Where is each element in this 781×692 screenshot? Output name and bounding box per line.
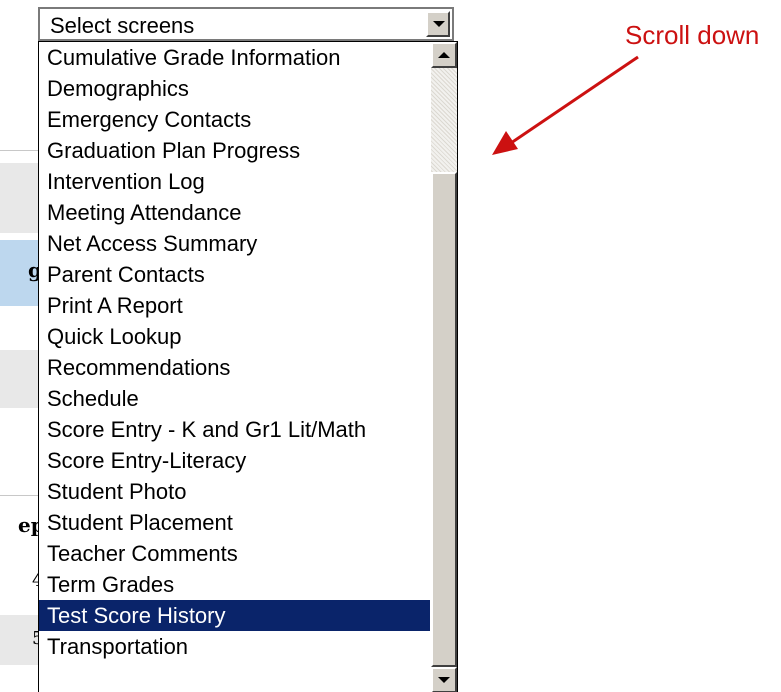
select-current-value: Select screens [50,13,195,38]
dropdown-option[interactable]: Meeting Attendance [39,197,430,228]
background-panel [0,163,38,233]
background-panel [0,350,38,408]
option-list: Cumulative Grade Information Demographics… [39,42,430,662]
dropdown-option[interactable]: Score Entry - K and Gr1 Lit/Math [39,414,430,445]
background-divider [0,495,38,496]
scroll-up-icon [438,52,450,58]
scrollbar-thumb[interactable] [431,172,457,667]
dropdown-option[interactable]: Parent Contacts [39,259,430,290]
arrow-head [492,131,518,155]
dropdown-option[interactable]: Teacher Comments [39,538,430,569]
chevron-down-icon [433,21,445,27]
scroll-down-icon [438,677,450,683]
dropdown-option[interactable]: Transportation [39,631,430,662]
dropdown-option[interactable]: Net Access Summary [39,228,430,259]
screens-select[interactable]: Select screens [38,7,454,41]
dropdown-option[interactable]: Emergency Contacts [39,104,430,135]
dropdown-option[interactable]: Cumulative Grade Information [39,42,430,73]
dropdown-option[interactable]: Student Photo [39,476,430,507]
dropdown-option[interactable]: Test Score History [39,600,430,631]
scroll-down-button[interactable] [431,667,457,692]
dropdown-scrollbar[interactable] [431,42,457,692]
dropdown-option[interactable]: Student Placement [39,507,430,538]
dropdown-option[interactable]: Quick Lookup [39,321,430,352]
dropdown-option[interactable]: Demographics [39,73,430,104]
dropdown-option[interactable]: Recommendations [39,352,430,383]
background-divider [0,150,38,151]
arrow-shaft [507,55,639,147]
arrow-annotation-icon [492,55,639,155]
dropdown-option[interactable]: Score Entry-Literacy [39,445,430,476]
dropdown-option[interactable]: Graduation Plan Progress [39,135,430,166]
dropdown-option[interactable]: Schedule [39,383,430,414]
dropdown-option[interactable]: Term Grades [39,569,430,600]
scroll-up-button[interactable] [431,42,457,68]
select-dropdown-button[interactable] [426,11,450,37]
screens-dropdown-list[interactable]: Cumulative Grade Information Demographics… [38,41,458,692]
dropdown-option[interactable]: Print A Report [39,290,430,321]
dropdown-option[interactable]: Intervention Log [39,166,430,197]
